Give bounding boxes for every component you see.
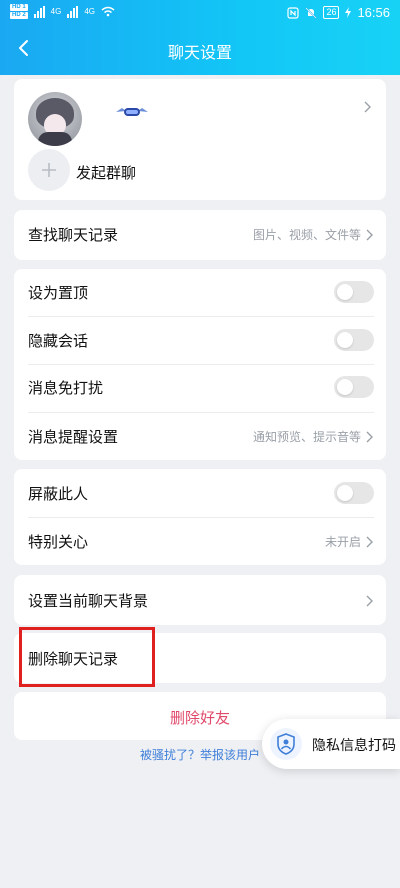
- header-bar: HD 1 HD 2 4G 4G 26 16:56 聊天设置: [0, 0, 400, 75]
- sim1-label: HD 1: [10, 4, 28, 11]
- chevron-right-icon: [366, 431, 373, 442]
- divider: [28, 316, 374, 317]
- hide-toggle[interactable]: [334, 329, 374, 351]
- status-bar: HD 1 HD 2 4G 4G 26 16:56: [0, 0, 400, 28]
- clock: 16:56: [357, 5, 390, 20]
- divider: [28, 412, 374, 413]
- charging-icon: [345, 7, 352, 18]
- pin-label: 设为置顶: [28, 284, 89, 302]
- add-group-button[interactable]: [28, 149, 70, 191]
- chat-settings-card: 设为置顶 隐藏会话 消息免打扰 消息提醒设置 通知预览、提示音等: [14, 269, 386, 460]
- privacy-mask-label: 隐私信息打码: [312, 737, 396, 753]
- privacy-mask-button[interactable]: 隐私信息打码: [262, 719, 400, 769]
- profile-card: 发起群聊: [14, 79, 386, 200]
- block-label: 屏蔽此人: [28, 485, 89, 503]
- signal2-icon: [67, 5, 79, 18]
- divider: [28, 517, 374, 518]
- chat-background-label: 设置当前聊天背景: [28, 593, 149, 610]
- nfc-icon: [287, 6, 300, 19]
- network-type: 4G: [50, 7, 62, 16]
- reminder-label: 消息提醒设置: [28, 429, 119, 446]
- hide-row: 隐藏会话: [28, 329, 374, 351]
- privacy-shield-icon: [270, 728, 302, 760]
- special-care-row[interactable]: 特别关心 未开启: [28, 531, 374, 552]
- pin-row: 设为置顶: [28, 281, 374, 303]
- chevron-right-icon: [366, 536, 373, 547]
- search-history-label: 查找聊天记录: [28, 227, 119, 244]
- block-toggle[interactable]: [334, 482, 374, 504]
- vip-badge-icon: [116, 108, 148, 116]
- search-history-hint: 图片、视频、文件等: [252, 228, 361, 242]
- sim2-label: HD 2: [10, 12, 28, 19]
- friend-privacy-card: 屏蔽此人 特别关心 未开启: [14, 469, 386, 565]
- dnd-row: 消息免打扰: [28, 376, 374, 398]
- chat-background-card[interactable]: 设置当前聊天背景: [14, 575, 386, 625]
- hide-label: 隐藏会话: [28, 332, 89, 350]
- battery-level: 26: [323, 6, 340, 19]
- add-group-label[interactable]: 发起群聊: [76, 162, 136, 183]
- wifi-icon: [101, 6, 115, 17]
- report-user-link[interactable]: 被骚扰了？举报该用户: [140, 746, 260, 763]
- highlight-box: [19, 627, 155, 687]
- dnd-label: 消息免打扰: [28, 379, 104, 397]
- chevron-right-icon: [366, 229, 373, 240]
- dnd-toggle[interactable]: [334, 376, 374, 398]
- chevron-right-icon: [366, 595, 373, 606]
- reminder-hint: 通知预览、提示音等: [252, 430, 361, 444]
- page-title: 聊天设置: [167, 45, 232, 62]
- avatar[interactable]: [28, 92, 82, 146]
- profile-chevron-icon[interactable]: [363, 101, 372, 113]
- pin-toggle[interactable]: [334, 281, 374, 303]
- network-type-2: 4G: [84, 7, 96, 16]
- reminder-row[interactable]: 消息提醒设置 通知预览、提示音等: [28, 426, 374, 447]
- special-care-label: 特别关心: [28, 534, 89, 551]
- plus-icon: [42, 163, 56, 177]
- block-row: 屏蔽此人: [28, 482, 374, 504]
- search-history-card[interactable]: 查找聊天记录 图片、视频、文件等: [14, 210, 386, 260]
- special-care-hint: 未开启: [324, 535, 361, 549]
- divider: [28, 364, 374, 365]
- mute-bell-icon: [305, 6, 318, 19]
- sim-indicators: HD 1 HD 2: [10, 4, 28, 19]
- signal-icon: [33, 5, 45, 18]
